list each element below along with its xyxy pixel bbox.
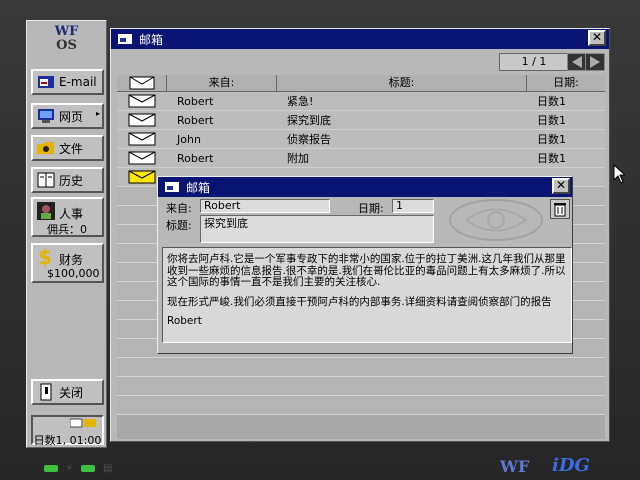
mail-subject: 附加 — [287, 152, 309, 165]
svg-text:$: $ — [38, 247, 52, 267]
message-titlebar[interactable]: 邮箱 — [158, 177, 572, 197]
sidebar-item-label: 人事 — [59, 207, 84, 221]
sidebar-item-finance[interactable]: $ 财务 $100,000 — [31, 243, 104, 283]
submenu-arrow-icon: ▸ — [95, 109, 100, 118]
sidebar-item-label: 财务 — [59, 253, 84, 267]
close-button[interactable]: 关闭 — [31, 379, 104, 405]
footer-idg-logo: iDG — [552, 455, 590, 476]
sidebar-item-web[interactable]: 网页 ▸ — [31, 103, 104, 129]
sidebar-item-files[interactable]: 文件 — [31, 135, 104, 161]
sidebar-item-label: 历史 — [59, 173, 84, 188]
mail-subject: 探究到底 — [287, 114, 331, 127]
page-indicator: 1 / 1 — [499, 53, 569, 71]
mail-from: John — [177, 132, 201, 146]
person-icon — [36, 202, 56, 220]
disk-led — [81, 465, 96, 472]
mail-row[interactable]: John 侦察报告 日数1 — [117, 130, 605, 149]
message-close-button[interactable]: ✕ — [552, 178, 570, 194]
mail-date: 日数1 — [537, 133, 566, 146]
column-date[interactable]: 日期: — [527, 75, 605, 91]
envelope-icon — [117, 113, 167, 127]
mail-date: 日数1 — [537, 152, 566, 165]
sidebar-item-personnel[interactable]: 人事 佣兵：0 — [31, 197, 104, 237]
close-button-label: 关闭 — [59, 385, 84, 400]
mailbox-icon — [117, 32, 133, 46]
next-page-button[interactable] — [585, 53, 605, 71]
watermark-logo — [449, 199, 543, 241]
power-led — [44, 465, 58, 472]
logo-bottom-text: OS — [56, 38, 77, 53]
mail-from: Robert — [177, 113, 214, 127]
dollar-icon: $ — [36, 247, 56, 267]
footer-wf-logo: WF — [500, 457, 530, 476]
envelope-icon — [117, 94, 167, 108]
from-field: Robert — [200, 199, 330, 213]
mail-table-header: 来自: 标题: 日期: — [117, 75, 605, 92]
book-icon — [36, 171, 56, 189]
bolt-icon: ⚡ — [66, 463, 74, 474]
message-paragraph-1: 你将去阿卢科.它是一个军事专政下的非常小的国家.位于的拉丁美洲.这几年我们从那里… — [167, 253, 566, 288]
mail-date: 日数1 — [537, 95, 566, 108]
date-label: 日期: — [358, 202, 384, 215]
web-icon — [36, 107, 56, 125]
sidebar-item-email[interactable]: E-mail — [31, 69, 104, 95]
column-subject[interactable]: 标题: — [277, 75, 527, 91]
email-icon — [36, 73, 56, 91]
mail-date: 日数1 — [537, 114, 566, 127]
prev-page-button[interactable] — [567, 53, 587, 71]
message-window: 邮箱 ✕ 来自: Robert 日期: 1 标题: 探究到底 你将去阿卢科.它是… — [157, 176, 573, 354]
envelope-column-icon — [117, 75, 167, 91]
status-leds: ⚡ ▤ — [44, 463, 112, 474]
drive-icon: ▤ — [103, 463, 113, 474]
mail-row[interactable]: Robert 紧急! 日数1 — [117, 92, 605, 111]
mail-from: Robert — [177, 151, 214, 165]
mercenary-count: 佣兵：0 — [47, 223, 87, 236]
logo-top-text: WF — [54, 24, 79, 39]
envelope-icon — [117, 132, 167, 146]
folder-icon — [36, 139, 56, 157]
trash-icon — [551, 203, 569, 221]
message-title: 邮箱 — [186, 180, 211, 195]
mail-row[interactable]: Robert 探究到底 日数1 — [117, 111, 605, 130]
mailbox-titlebar[interactable]: 邮箱 — [111, 29, 609, 49]
message-body[interactable]: 你将去阿卢科.它是一个军事专政下的非常小的国家.位于的拉丁美洲.这几年我们从那里… — [162, 247, 572, 343]
envelope-icon — [117, 151, 167, 165]
column-from[interactable]: 来自: — [167, 75, 277, 91]
mailbox-close-button[interactable]: ✕ — [588, 30, 606, 46]
mailbox-icon — [164, 180, 180, 194]
status-panel: 日数1, 01:00 — [31, 415, 104, 447]
message-paragraph-2: 现在形式严峻.我们必须直接干预阿卢科的内部事务.详细资料请查阅侦察部门的报告 — [167, 295, 552, 308]
game-clock: 日数1, 01:00 — [33, 434, 102, 447]
sidebar: WF OS E-mail 网页 ▸ 文件 历史 人事 佣兵：0 $ 财务 $10… — [26, 20, 107, 448]
subject-label: 标题: — [166, 219, 192, 232]
sidebar-item-label: E-mail — [59, 75, 97, 89]
mail-from: Robert — [177, 94, 214, 108]
sidebar-item-label: 网页 — [59, 109, 84, 124]
exit-door-icon — [36, 383, 56, 401]
empty-mail-row — [117, 358, 605, 377]
mail-subject: 侦察报告 — [287, 133, 331, 146]
mailbox-title: 邮箱 — [139, 32, 164, 47]
wfos-logo: WF OS — [27, 21, 106, 61]
mail-subject: 紧急! — [287, 95, 314, 108]
mail-row[interactable]: Robert 附加 日数1 — [117, 149, 605, 168]
empty-mail-row — [117, 377, 605, 396]
sidebar-item-label: 文件 — [59, 141, 84, 156]
date-field: 1 — [392, 199, 434, 213]
message-signature: Robert — [167, 315, 202, 327]
mail-status-icon — [69, 418, 98, 431]
from-label: 来自: — [166, 202, 192, 215]
mouse-cursor-icon — [613, 164, 625, 184]
funds-value: $100,000 — [47, 267, 100, 280]
empty-mail-row — [117, 396, 605, 415]
sidebar-item-history[interactable]: 历史 — [31, 167, 104, 193]
subject-field: 探究到底 — [200, 215, 434, 243]
trash-button[interactable] — [550, 199, 570, 219]
